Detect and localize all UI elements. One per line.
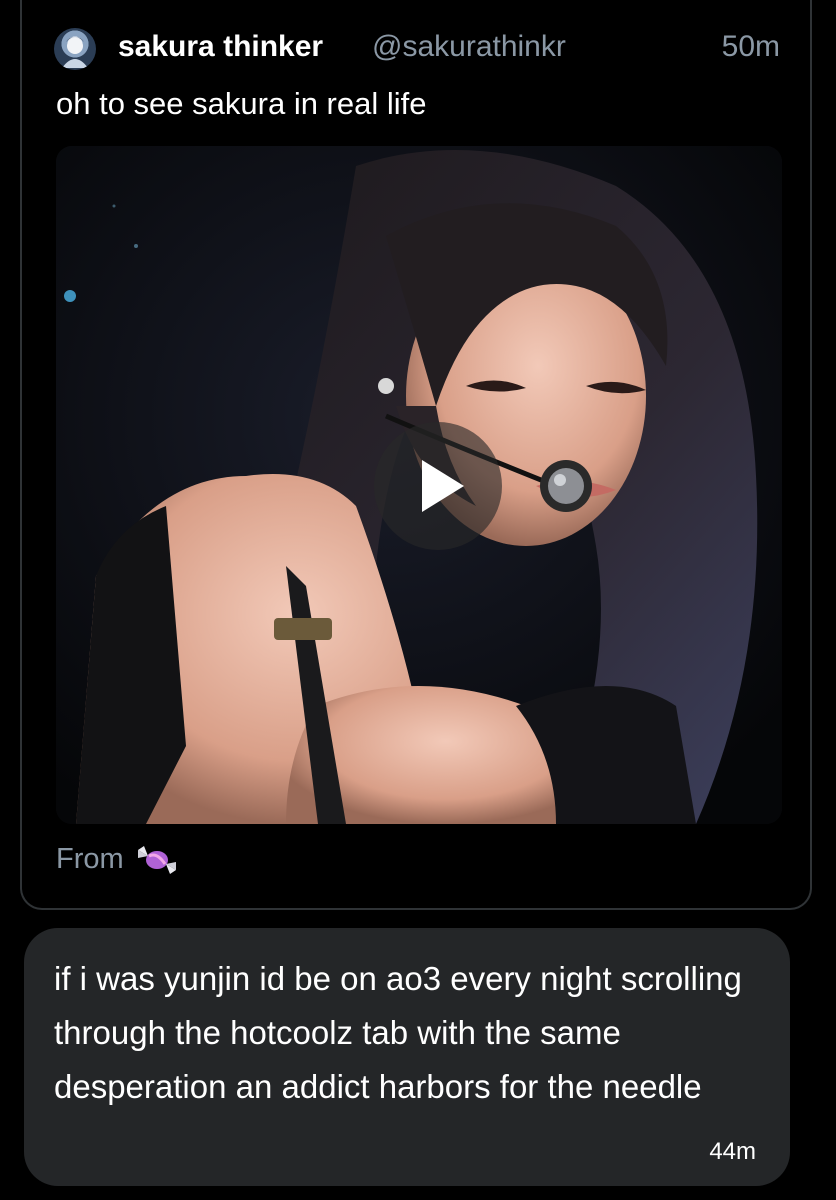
avatar-image [62,37,88,68]
source-attribution[interactable]: From [56,842,180,876]
author-handle[interactable]: @sakurathinkr [372,30,566,64]
author-name[interactable]: sakura thinker [118,30,323,64]
play-icon [422,460,464,512]
reply-message-bubble[interactable]: if i was yunjin id be on ao3 every night… [24,928,790,1186]
post-text: oh to see sakura in real life [56,86,427,121]
video-media[interactable] [56,146,782,824]
quoted-post-card[interactable]: sakura thinker @sakurathinkr 50m oh to s… [20,0,812,910]
reply-timestamp: 44m [709,1138,756,1165]
play-button[interactable] [374,422,502,550]
author-avatar[interactable] [54,28,96,70]
source-label: From [56,842,124,875]
post-timestamp: 50m [721,30,780,63]
reply-text: if i was yunjin id be on ao3 every night… [54,960,742,1105]
candy-icon [137,846,176,874]
